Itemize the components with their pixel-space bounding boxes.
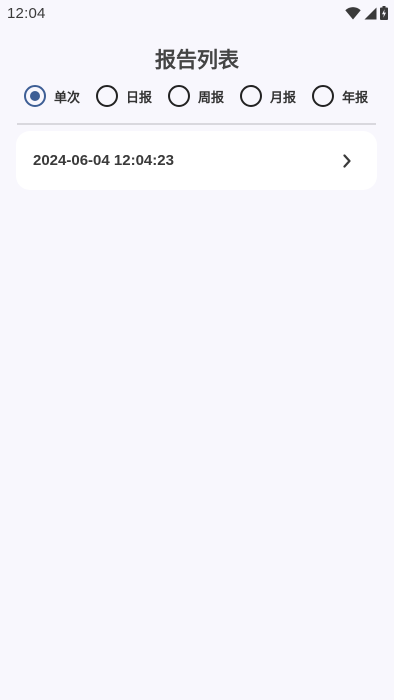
cellular-signal-icon	[364, 7, 377, 20]
status-icons	[345, 6, 388, 20]
status-time: 12:04	[7, 5, 46, 22]
report-list-item[interactable]: 2024-06-04 12:04:23	[16, 131, 377, 190]
radio-selected-dot	[30, 91, 40, 101]
radio-option-yearly[interactable]: 年报	[312, 85, 368, 107]
divider	[17, 123, 376, 125]
radio-button[interactable]	[240, 85, 263, 107]
radio-label-weekly: 周报	[198, 90, 225, 106]
radio-button[interactable]	[312, 85, 335, 107]
radio-option-weekly[interactable]: 周报	[168, 85, 224, 107]
radio-button-checked[interactable]	[24, 85, 46, 107]
page-title: 报告列表	[155, 48, 239, 72]
radio-label-monthly: 月报	[270, 90, 297, 106]
radio-label-single: 单次	[54, 90, 81, 106]
battery-charging-icon	[380, 6, 388, 20]
report-datetime: 2024-06-04 12:04:23	[33, 152, 174, 169]
chevron-right-icon	[342, 153, 352, 172]
radio-option-monthly[interactable]: 月报	[240, 85, 296, 107]
radio-label-yearly: 年报	[342, 90, 369, 106]
radio-option-daily[interactable]: 日报	[96, 85, 152, 107]
wifi-icon	[345, 6, 361, 20]
radio-button[interactable]	[96, 85, 119, 107]
radio-button[interactable]	[168, 85, 191, 107]
radio-option-single[interactable]: 单次	[24, 85, 80, 107]
report-type-radio-group: 单次 日报 周报 月报 年报	[24, 85, 368, 107]
status-bar: 12:04	[0, 0, 394, 28]
radio-label-daily: 日报	[126, 90, 153, 106]
